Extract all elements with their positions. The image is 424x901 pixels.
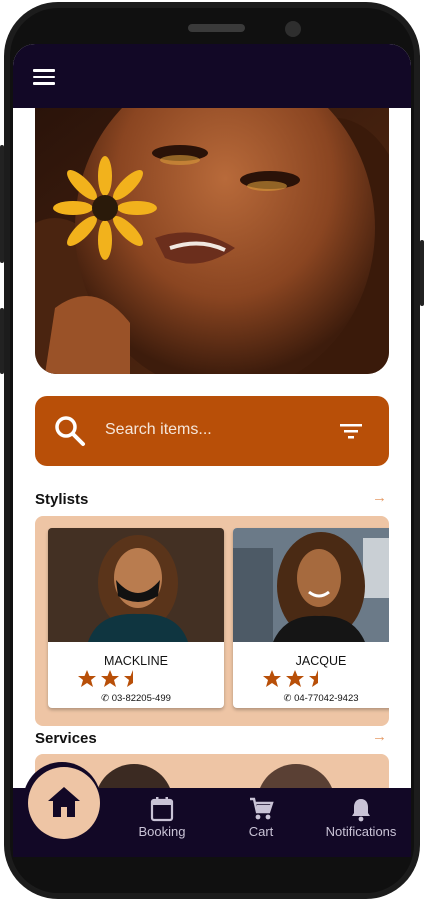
home-icon xyxy=(48,787,80,817)
nav-cart-label: Cart xyxy=(248,824,274,839)
stylists-arrow-icon[interactable]: → xyxy=(372,489,387,506)
menu-icon[interactable] xyxy=(33,69,55,85)
speaker-grille xyxy=(188,24,245,32)
front-camera xyxy=(285,21,301,37)
search-input[interactable]: Search items... xyxy=(105,421,212,439)
calendar-icon xyxy=(150,797,174,822)
stylist-photo xyxy=(233,528,389,642)
stylist-name: JACQUE xyxy=(295,654,347,668)
volume-button xyxy=(0,145,4,263)
service-thumbnail[interactable] xyxy=(257,764,335,788)
filter-icon[interactable] xyxy=(340,423,362,439)
nav-booking[interactable]: Booking xyxy=(127,788,197,857)
nav-notifications[interactable]: Notifications xyxy=(319,788,403,857)
rating-stars-icon xyxy=(78,670,133,687)
stylist-card[interactable]: JACQUE ✆ 04-77042-9423 xyxy=(233,528,389,708)
nav-booking-label: Booking xyxy=(138,824,186,839)
search-icon[interactable] xyxy=(54,415,86,447)
nav-notifications-label: Notifications xyxy=(325,824,397,839)
main-content[interactable]: Search items... Stylists → MACKLINE ✆ 03… xyxy=(13,108,411,788)
home-button[interactable] xyxy=(28,767,100,839)
bell-icon xyxy=(352,799,370,822)
stylists-title: Stylists xyxy=(35,491,89,508)
services-title: Services xyxy=(35,730,97,747)
side-button xyxy=(0,308,4,374)
stylist-name: MACKLINE xyxy=(104,654,168,668)
nav-cart[interactable]: Cart xyxy=(234,788,288,857)
stylist-photo xyxy=(48,528,224,642)
app-bar xyxy=(13,44,411,108)
phone-icon: ✆ xyxy=(283,693,292,704)
services-arrow-icon[interactable]: → xyxy=(372,728,387,745)
stylist-card[interactable]: MACKLINE ✆ 03-82205-499 xyxy=(48,528,224,708)
stylists-list[interactable]: MACKLINE ✆ 03-82205-499 JACQUE ✆ 04-7704… xyxy=(35,516,389,726)
phone-number: 03-82205-499 xyxy=(111,693,171,704)
cart-icon xyxy=(250,797,274,820)
service-thumbnail[interactable] xyxy=(95,764,173,788)
app-screen: Search items... Stylists → MACKLINE ✆ 03… xyxy=(13,44,411,857)
phone-number: 04-77042-9423 xyxy=(294,693,359,704)
stylist-phone: ✆ 04-77042-9423 xyxy=(233,693,389,704)
search-bar[interactable]: Search items... xyxy=(35,396,389,466)
hero-image xyxy=(35,108,389,374)
rating-stars-icon xyxy=(263,670,318,687)
phone-icon: ✆ xyxy=(101,693,110,704)
stylist-phone: ✆ 03-82205-499 xyxy=(48,693,224,704)
power-button xyxy=(420,240,424,306)
